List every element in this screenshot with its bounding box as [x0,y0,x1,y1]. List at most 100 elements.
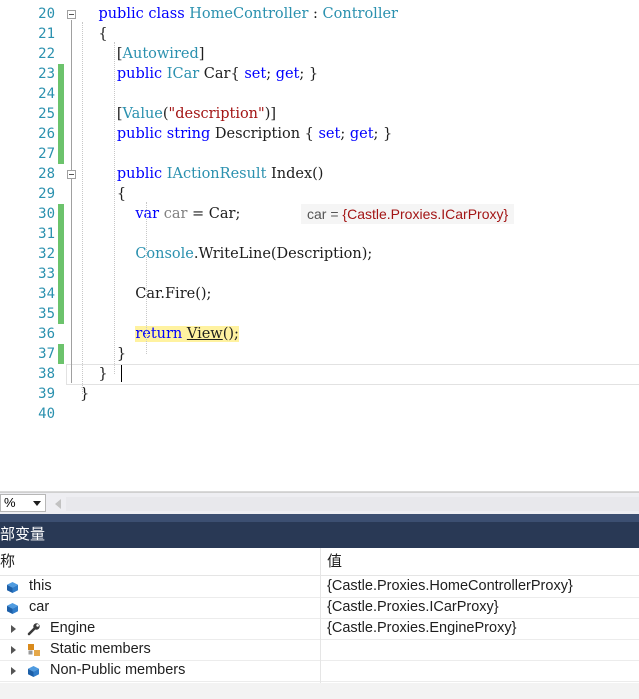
code-token: } [80,346,127,362]
text-caret [121,365,122,382]
code-line[interactable]: 29 { [0,184,639,204]
line-number: 25 [38,106,55,122]
scroll-left-arrow-icon[interactable] [55,499,61,509]
datatip-name: car [307,206,327,222]
change-marker [58,124,64,144]
code-token: ; [340,126,350,142]
collapse-method-icon[interactable] [67,170,76,179]
code-text: var car = Car; [80,204,240,224]
code-token: HomeController [189,6,309,22]
locals-panel-title: 部变量 [0,522,639,548]
line-number: 39 [38,386,55,402]
wrench-property-icon [27,622,40,636]
variable-value[interactable]: {Castle.Proxies.HomeControllerProxy} [327,576,573,597]
code-token: Autowired [122,46,199,62]
code-text: [Autowired] [80,44,205,64]
code-line[interactable]: 31 [0,224,639,244]
line-number: 22 [38,46,55,62]
change-marker [58,144,64,164]
line-number: 28 [38,166,55,182]
expand-arrow-icon[interactable] [11,625,16,633]
column-separator[interactable] [320,548,321,683]
column-header-name[interactable]: 称 [0,548,15,575]
code-line[interactable]: 26 public string Description { set; get;… [0,124,639,144]
code-line[interactable]: 28 public IActionResult Index() [0,164,639,184]
horizontal-scrollbar[interactable] [66,497,639,511]
code-token: string [166,126,211,142]
code-line[interactable]: 37 } [0,344,639,364]
code-line[interactable]: 23 public ICar Car{ set; get; } [0,64,639,84]
change-marker [58,104,64,124]
code-token: { [80,26,108,42]
code-token: public [98,6,144,22]
change-marker [58,84,64,104]
object-icon [6,601,19,614]
change-marker [58,204,64,224]
code-line[interactable]: 32 Console.WriteLine(Description); [0,244,639,264]
change-marker [58,264,64,284]
datatip-value: {Castle.Proxies.ICarProxy} [342,206,509,222]
code-text: { [80,184,126,204]
line-number: 27 [38,146,55,162]
line-number: 40 [38,406,55,422]
code-line[interactable]: 35 [0,304,639,324]
code-token: Description { [210,126,319,142]
code-token: set [318,126,341,142]
collapse-class-icon[interactable] [67,10,76,19]
panel-splitter[interactable] [0,514,639,522]
line-number: 35 [38,306,55,322]
change-marker [58,284,64,304]
code-editor[interactable]: 20 public class HomeController : Control… [0,0,639,492]
code-line[interactable]: 25 [Value("description")] [0,104,639,124]
code-token: ICar [166,66,200,82]
debugger-datatip[interactable]: car = {Castle.Proxies.ICarProxy} [301,204,515,224]
code-token: var [135,206,160,222]
code-token: } [80,366,108,382]
code-token: ; } [373,126,393,142]
panel-bottom-strip [0,683,639,699]
line-number: 31 [38,226,55,242]
variable-name: Static members [50,641,151,657]
line-number: 34 [38,286,55,302]
code-token: Car{ [199,66,245,82]
code-text: public IActionResult Index() [80,164,324,184]
code-token: (); [222,326,239,342]
code-line[interactable]: 22 [Autowired] [0,44,639,64]
code-line[interactable]: 20 public class HomeController : Control… [0,4,639,24]
line-number: 32 [38,246,55,262]
variable-value[interactable]: {Castle.Proxies.EngineProxy} [327,618,516,639]
expand-arrow-icon[interactable] [11,667,16,675]
variable-name: Engine [50,620,96,636]
expand-arrow-icon[interactable] [11,646,16,654]
code-line[interactable]: 40 [0,404,639,424]
code-line[interactable]: 36 return View(); [0,324,639,344]
code-text: [Value("description")] [80,104,276,124]
code-line[interactable]: 33 [0,264,639,284]
code-token: set [244,66,267,82]
zoom-dropdown[interactable]: % [0,494,46,512]
column-header-value[interactable]: 值 [327,548,342,575]
code-token: View [186,326,223,342]
variable-value[interactable]: {Castle.Proxies.ICarProxy} [327,597,499,618]
code-line[interactable]: 38 } [0,364,639,384]
code-token: IActionResult [166,166,267,182]
code-token: ; } [299,66,319,82]
code-token: Controller [322,6,398,22]
line-number: 38 [38,366,55,382]
code-text: public ICar Car{ set; get; } [80,64,318,84]
code-token: [ [80,46,123,62]
line-number: 23 [38,66,55,82]
code-token: [ [80,106,123,122]
code-line[interactable]: 21 { [0,24,639,44]
code-line[interactable]: 39} [0,384,639,404]
code-line[interactable]: 27 [0,144,639,164]
code-line[interactable]: 24 [0,84,639,104]
code-token: Value [122,106,163,122]
code-line[interactable]: 34 Car.Fire(); [0,284,639,304]
locals-panel-title-text: 部变量 [0,526,46,543]
code-token: public [116,126,163,142]
